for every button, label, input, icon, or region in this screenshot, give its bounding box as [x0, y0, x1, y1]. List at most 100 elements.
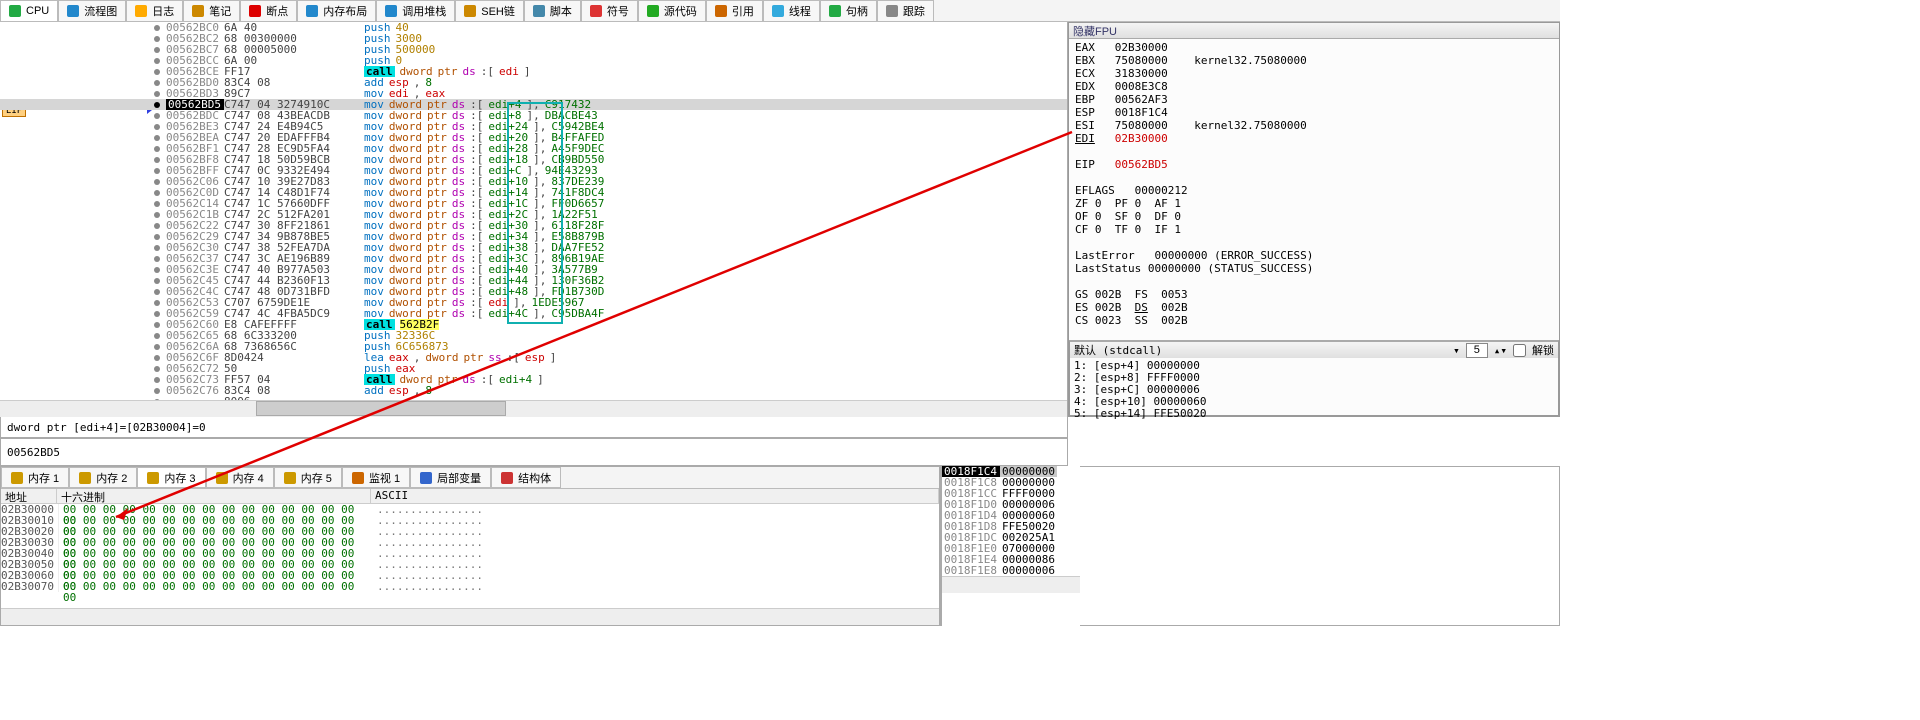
breakpoint-dot[interactable]	[154, 113, 160, 119]
breakpoint-dot[interactable]	[154, 300, 160, 306]
breakpoint-dot[interactable]	[154, 355, 160, 361]
memtab[interactable]: 监视 1	[342, 467, 410, 488]
breakpoint-dot[interactable]	[154, 212, 160, 218]
args-unlock-label: 解锁	[1532, 342, 1554, 358]
disasm-hscroll[interactable]	[0, 400, 1067, 417]
breakpoint-dot[interactable]	[154, 124, 160, 130]
breakpoint-dot[interactable]	[154, 47, 160, 53]
disasm-row[interactable]: 00562BC268 00300000push 3000	[0, 33, 1067, 44]
disasm-bytes: 8D0424	[224, 352, 364, 363]
tab-sym[interactable]: 符号	[581, 0, 638, 21]
tab-trc[interactable]: 跟踪	[877, 0, 934, 21]
breakpoint-dot[interactable]	[154, 102, 160, 108]
tab-call[interactable]: 调用堆栈	[376, 0, 455, 21]
seh-icon	[464, 5, 476, 17]
hide-fpu-link[interactable]: 隐藏FPU	[1073, 23, 1117, 39]
tab-label: 脚本	[550, 3, 572, 19]
tab-bp[interactable]: 断点	[240, 0, 297, 21]
disasm-row[interactable]: 00562C6568 6C333200push 32336C	[0, 330, 1067, 341]
registers-panel: 隐藏FPU EAX 02B30000EBX 75080000 kernel32.…	[1068, 22, 1560, 417]
args-body[interactable]: 1: [esp+4] 000000002: [esp+8] FFFF00003:…	[1070, 358, 1558, 422]
stack-hscroll[interactable]	[942, 576, 1080, 593]
breakpoint-dot[interactable]	[154, 69, 160, 75]
args-count-input[interactable]	[1466, 343, 1488, 358]
memtab[interactable]: 内存 4	[206, 467, 274, 488]
breakpoint-dot[interactable]	[154, 267, 160, 273]
breakpoint-dot[interactable]	[154, 256, 160, 262]
breakpoint-dot[interactable]	[154, 201, 160, 207]
tab-label: 内存布局	[323, 3, 367, 19]
memtab[interactable]: 结构体	[491, 467, 561, 488]
cpu-icon	[9, 5, 21, 17]
disasm-row[interactable]: 00562BC06A 40push 40	[0, 22, 1067, 33]
memtab[interactable]: 局部变量	[410, 467, 491, 488]
regs-body[interactable]: EAX 02B30000EBX 75080000 kernel32.750800…	[1069, 39, 1559, 340]
memory-tabs: 内存 1内存 2内存 3内存 4内存 5监视 1局部变量结构体	[1, 467, 939, 489]
breakpoint-dot[interactable]	[154, 333, 160, 339]
memtab[interactable]: 内存 5	[274, 467, 342, 488]
breakpoint-dot[interactable]	[154, 234, 160, 240]
memtab[interactable]: 内存 3	[137, 467, 205, 488]
disasm-mn: add esp,8	[364, 385, 432, 396]
args-caret[interactable]: ▾	[1453, 344, 1460, 357]
tab-scr[interactable]: 脚本	[524, 0, 581, 21]
breakpoint-dot[interactable]	[154, 190, 160, 196]
tab-src[interactable]: 源代码	[638, 0, 706, 21]
disasm-row[interactable]: 00562BD083C4 08add esp,8	[0, 77, 1067, 88]
disasm-row[interactable]: 00562C7683C4 08add esp,8	[0, 385, 1067, 396]
breakpoint-dot[interactable]	[154, 377, 160, 383]
breakpoint-dot[interactable]	[154, 344, 160, 350]
breakpoint-dot[interactable]	[154, 366, 160, 372]
tab-thr[interactable]: 线程	[763, 0, 820, 21]
breakpoint-dot[interactable]	[154, 278, 160, 284]
breakpoint-dot[interactable]	[154, 388, 160, 394]
disasm-row[interactable]: 8006	[0, 396, 1067, 400]
memtab-icon	[284, 472, 296, 484]
tab-flow[interactable]: 流程图	[58, 0, 126, 21]
dump-row[interactable]: 02B3007000 00 00 00 00 00 00 00 00 00 00…	[1, 581, 939, 592]
disasm-row[interactable]: 00562C6F8D0424lea eax,dword ptr ss:[esp]	[0, 352, 1067, 363]
disasm-row[interactable]: 00562C60E8 CAFEFFFFcall 562B2F	[0, 319, 1067, 330]
stack-panel[interactable]: 0018F1C4000000000018F1C8000000000018F1CC…	[940, 466, 1080, 626]
breakpoint-dot[interactable]	[154, 91, 160, 97]
dump-view[interactable]: 地址 十六进制 ASCII 02B3000000 00 00 00 00 00 …	[1, 489, 939, 592]
tab-cpu[interactable]: CPU	[0, 0, 58, 21]
args-spin[interactable]: ▴▾	[1494, 344, 1507, 357]
breakpoint-dot[interactable]	[154, 311, 160, 317]
breakpoint-dot[interactable]	[154, 58, 160, 64]
breakpoint-dot[interactable]	[154, 289, 160, 295]
memtab[interactable]: 内存 1	[1, 467, 69, 488]
arg-row[interactable]: 5: [esp+14] FFE50020	[1074, 408, 1554, 420]
stack-row[interactable]: 0018F1E800000006	[942, 565, 1080, 576]
disasm-row[interactable]: 00562C59C747 4C 4FBA5DC9mov dword ptr ds…	[0, 308, 1067, 319]
disasm-row[interactable]: 00562BC768 00005000push 500000	[0, 44, 1067, 55]
breakpoint-dot[interactable]	[154, 399, 160, 401]
breakpoint-dot[interactable]	[154, 146, 160, 152]
dump-hscroll[interactable]	[1, 608, 939, 625]
tab-log[interactable]: 日志	[126, 0, 183, 21]
breakpoint-dot[interactable]	[154, 245, 160, 251]
disasm-row[interactable]: 00562C7250push eax	[0, 363, 1067, 374]
breakpoint-dot[interactable]	[154, 135, 160, 141]
tab-note[interactable]: 笔记	[183, 0, 240, 21]
breakpoint-dot[interactable]	[154, 157, 160, 163]
disasm-row[interactable]: 00562C73FF57 04call dword ptr ds:[edi+4]	[0, 374, 1067, 385]
tab-hnd[interactable]: 句柄	[820, 0, 877, 21]
disasm-row[interactable]: 00562BCC6A 00push 0	[0, 55, 1067, 66]
disasm-rows[interactable]: 00562BC06A 40push 4000562BC268 00300000p…	[0, 22, 1067, 400]
breakpoint-dot[interactable]	[154, 223, 160, 229]
note-icon	[192, 5, 204, 17]
breakpoint-dot[interactable]	[154, 36, 160, 42]
breakpoint-dot[interactable]	[154, 168, 160, 174]
breakpoint-dot[interactable]	[154, 179, 160, 185]
breakpoint-dot[interactable]	[154, 25, 160, 31]
memtab[interactable]: 内存 2	[69, 467, 137, 488]
disasm-row[interactable]: 00562BCEFF17call dword ptr ds:[edi]	[0, 66, 1067, 77]
tab-mem[interactable]: 内存布局	[297, 0, 376, 21]
regs-header[interactable]: 隐藏FPU	[1069, 23, 1559, 39]
tab-seh[interactable]: SEH链	[455, 0, 524, 21]
args-unlock-check[interactable]	[1513, 344, 1526, 357]
breakpoint-dot[interactable]	[154, 80, 160, 86]
breakpoint-dot[interactable]	[154, 322, 160, 328]
tab-ref[interactable]: 引用	[706, 0, 763, 21]
